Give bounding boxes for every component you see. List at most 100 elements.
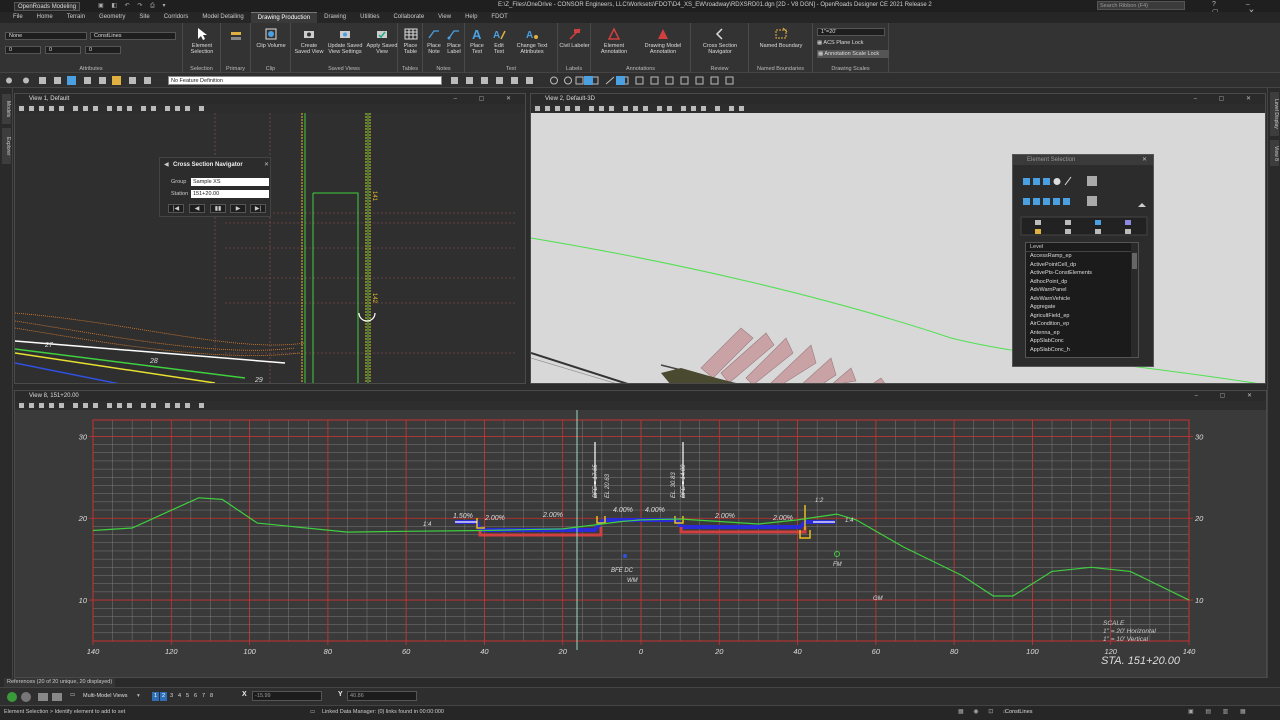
drawing-model-annotation-button[interactable]: Drawing Model Annotation (637, 27, 689, 55)
view-2-canvas[interactable] (531, 113, 1265, 383)
view-layout-icon[interactable]: ▭ (70, 692, 75, 698)
style-select[interactable]: ConstLines (90, 32, 176, 40)
apply-saved-view-button[interactable]: Apply Saved View (366, 27, 398, 55)
tab-drawing-production[interactable]: Drawing Production (250, 12, 318, 23)
element-selection-button[interactable]: Element Selection (183, 27, 221, 55)
view-button-1[interactable]: 1 (152, 692, 159, 701)
view-button-6[interactable]: 6 (192, 692, 199, 701)
tab-collaborate[interactable]: Collaborate (386, 12, 431, 23)
level-list-item[interactable]: ActivePts-ConstElements (1026, 269, 1138, 278)
annotation-scale-lock-toggle[interactable]: ▦ Annotation Scale Lock (817, 50, 889, 58)
element-annotation-button[interactable]: Element Annotation (593, 27, 635, 55)
tab-utilities[interactable]: Utilities (353, 12, 386, 23)
station-select[interactable]: 151+20.00 (191, 190, 269, 198)
status-tools-icon[interactable] (6, 690, 66, 704)
quick-access-toolbar[interactable]: ▣ ◧ ↶ ↷ ⎙ ▾ (98, 2, 169, 10)
active-level-status[interactable]: ConstLines (1005, 709, 1033, 715)
last-station-button[interactable]: ▶| (250, 204, 266, 213)
weight-select[interactable]: 0 (5, 46, 41, 54)
close-icon[interactable]: ✕ (264, 161, 269, 168)
tab-home[interactable]: Home (30, 12, 60, 23)
view-2[interactable]: View 2, Default-3D – ▢ ✕ (530, 93, 1266, 384)
references-summary[interactable]: References (20 of 20 unique, 20 displaye… (4, 678, 116, 687)
close-icon[interactable]: ✕ (1142, 155, 1147, 165)
level-list-header[interactable]: Level (1026, 243, 1138, 252)
view-button-5[interactable]: 5 (184, 692, 191, 701)
level-list-item[interactable]: AirCondition_ep (1026, 320, 1138, 329)
level-list-item[interactable]: ActivePointCell_dp (1026, 261, 1138, 270)
tab-fdot[interactable]: FDOT (484, 12, 514, 23)
linestyle-select[interactable]: 0 (45, 46, 81, 54)
place-label-button[interactable]: Place Label (444, 27, 464, 55)
level-list-scrollbar[interactable] (1131, 243, 1138, 357)
drawing-scale-select[interactable]: 1"=20' (817, 28, 885, 36)
tab-model-detailing[interactable]: Model Detailing (195, 12, 250, 23)
tab-terrain[interactable]: Terrain (60, 12, 92, 23)
first-station-button[interactable]: |◀ (168, 204, 184, 213)
view-8-canvas[interactable]: 140 120 100 80 60 40 20 0 20 40 60 80 100 120 140 10 10 2… (15, 410, 1266, 677)
view-1[interactable]: View 1, Default – ▢ ✕ 27 28 29 141 142 (14, 93, 526, 384)
tab-help[interactable]: Help (458, 12, 484, 23)
next-station-button[interactable]: ▶ (230, 204, 246, 213)
level-display-dock-tab[interactable]: Level Display (1270, 92, 1279, 136)
tab-site[interactable]: Site (132, 12, 156, 23)
view-2-window-controls[interactable]: – ▢ ✕ (1194, 94, 1261, 104)
status-icons[interactable]: ▦ ◉ ⊡ ⌂ (958, 708, 1011, 715)
level-list[interactable]: Level AccessRamp_ep ActivePointCell_dp Act… (1025, 242, 1139, 358)
create-saved-view-button[interactable]: Create Saved View (293, 27, 325, 55)
view-8[interactable]: View 8, 151+20.00 – ▢ ✕ 140 120 100 80 60 40 20… (14, 390, 1267, 678)
ribbon-search-input[interactable]: Search Ribbon (F4) (1097, 1, 1185, 10)
level-list-item[interactable]: Antenna_ep (1026, 329, 1138, 338)
tab-drawing[interactable]: Drawing (317, 12, 353, 23)
view-2-toolbar[interactable] (531, 104, 1265, 113)
selection-mode-tools-icon[interactable] (1013, 167, 1155, 242)
x-coordinate-field[interactable]: -15.99 (252, 691, 322, 701)
view8-dock-tab[interactable]: View 8 (1270, 140, 1279, 166)
tab-geometry[interactable]: Geometry (92, 12, 132, 23)
multi-model-views-select[interactable]: Multi-Model Views (83, 693, 128, 699)
tab-view[interactable]: View (431, 12, 458, 23)
y-coordinate-field[interactable]: 40.86 (347, 691, 417, 701)
accudraw-tools-icon[interactable] (4, 73, 169, 88)
place-text-button[interactable]: A Place Text (466, 27, 488, 55)
color-select[interactable]: 0 (85, 46, 121, 54)
previous-station-button[interactable]: ◀ (189, 204, 205, 213)
view-button-4[interactable]: 4 (176, 692, 183, 701)
linked-data-status[interactable]: Linked Data Manager: (0) links found in … (322, 709, 444, 715)
civil-accudraw-tools-icon[interactable] (446, 73, 746, 88)
level-list-item[interactable]: AdvWarnPanel (1026, 286, 1138, 295)
cross-section-navigator-dialog[interactable]: ◀ Cross Section Navigator ✕ Group Sample… (159, 157, 271, 217)
place-note-button[interactable]: Place Note (424, 27, 444, 55)
civil-labeler-button[interactable]: Civil Labeler (559, 27, 590, 49)
view-8-window-controls[interactable]: – ▢ ✕ (1195, 391, 1262, 401)
level-list-item[interactable]: Aggregate (1026, 303, 1138, 312)
level-list-item[interactable]: AppSlabConc_h (1026, 346, 1138, 355)
edit-text-button[interactable]: A Edit Text (489, 27, 509, 55)
level-list-item[interactable]: AdvWarnVehicle (1026, 295, 1138, 304)
level-select[interactable]: None (5, 32, 87, 40)
view-button-8[interactable]: 8 (208, 692, 215, 701)
tab-file[interactable]: File (6, 12, 30, 23)
primary-tools-button[interactable] (227, 29, 245, 45)
multi-model-dropdown-icon[interactable]: ▾ (137, 693, 140, 699)
models-dock-tab[interactable]: Models (2, 94, 11, 124)
group-select[interactable]: Sample XS (191, 178, 269, 186)
status-right-icons[interactable]: ▣ ▤ ▥ ▦ (1188, 708, 1251, 715)
level-list-item[interactable]: AppSlabConc (1026, 337, 1138, 346)
explorer-dock-tab[interactable]: Explorer (2, 128, 11, 164)
cross-section-navigator-button[interactable]: Cross Section Navigator (693, 27, 747, 55)
level-list-item[interactable]: AdhocPoint_dp (1026, 278, 1138, 287)
view-8-toolbar[interactable] (15, 401, 1266, 410)
view-button-3[interactable]: 3 (168, 692, 175, 701)
acs-plane-lock-toggle[interactable]: ▦ ACS Plane Lock (817, 40, 887, 46)
level-list-item[interactable]: AccessRamp_ep (1026, 252, 1138, 261)
update-saved-view-button[interactable]: Update Saved View Settings (325, 27, 365, 55)
pause-button[interactable]: ▮▮ (210, 204, 226, 213)
feature-definition-select[interactable]: No Feature Definition (168, 76, 442, 85)
view-button-7[interactable]: 7 (200, 692, 207, 701)
element-selection-dialog[interactable]: Element Selection ✕ Level AccessRamp_ep Ac… (1012, 154, 1154, 367)
view-1-toolbar[interactable] (15, 104, 525, 113)
view-button-2[interactable]: 2 (160, 692, 167, 701)
tab-corridors[interactable]: Corridors (157, 12, 196, 23)
named-boundary-button[interactable]: Named Boundary (753, 27, 809, 49)
